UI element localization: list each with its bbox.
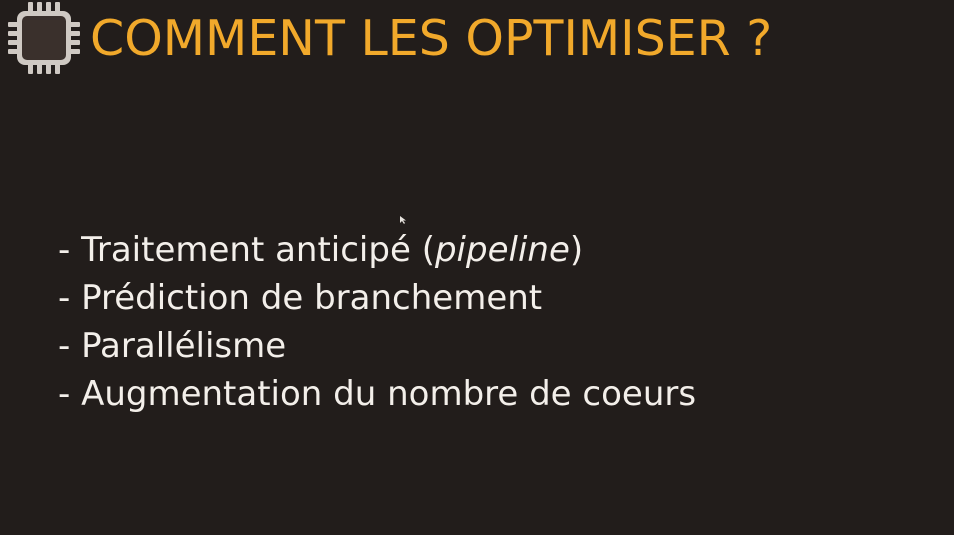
bullet-list: - Traitement anticipé (pipeline) - Prédi… bbox=[58, 226, 696, 418]
bullet-item-cores: - Augmentation du nombre de coeurs bbox=[58, 370, 696, 418]
bullet-text: - Prédiction de branchement bbox=[58, 278, 543, 318]
bullet-item-parallelism: - Parallélisme bbox=[58, 322, 696, 370]
slide-title: COMMENT LES OPTIMISER ? bbox=[90, 10, 773, 67]
cpu-chip-icon bbox=[8, 2, 80, 74]
bullet-text: - Traitement anticipé ( bbox=[58, 230, 435, 270]
bullet-text: - Parallélisme bbox=[58, 326, 287, 366]
bullet-suffix: ) bbox=[569, 230, 584, 270]
bullet-item-pipeline: - Traitement anticipé (pipeline) bbox=[58, 226, 696, 274]
bullet-item-branch-prediction: - Prédiction de branchement bbox=[58, 274, 696, 322]
mouse-cursor-icon bbox=[400, 216, 406, 224]
slide: COMMENT LES OPTIMISER ? - Traitement ant… bbox=[0, 0, 954, 535]
bullet-emphasis: pipeline bbox=[434, 230, 570, 270]
bullet-text: - Augmentation du nombre de coeurs bbox=[58, 374, 697, 414]
